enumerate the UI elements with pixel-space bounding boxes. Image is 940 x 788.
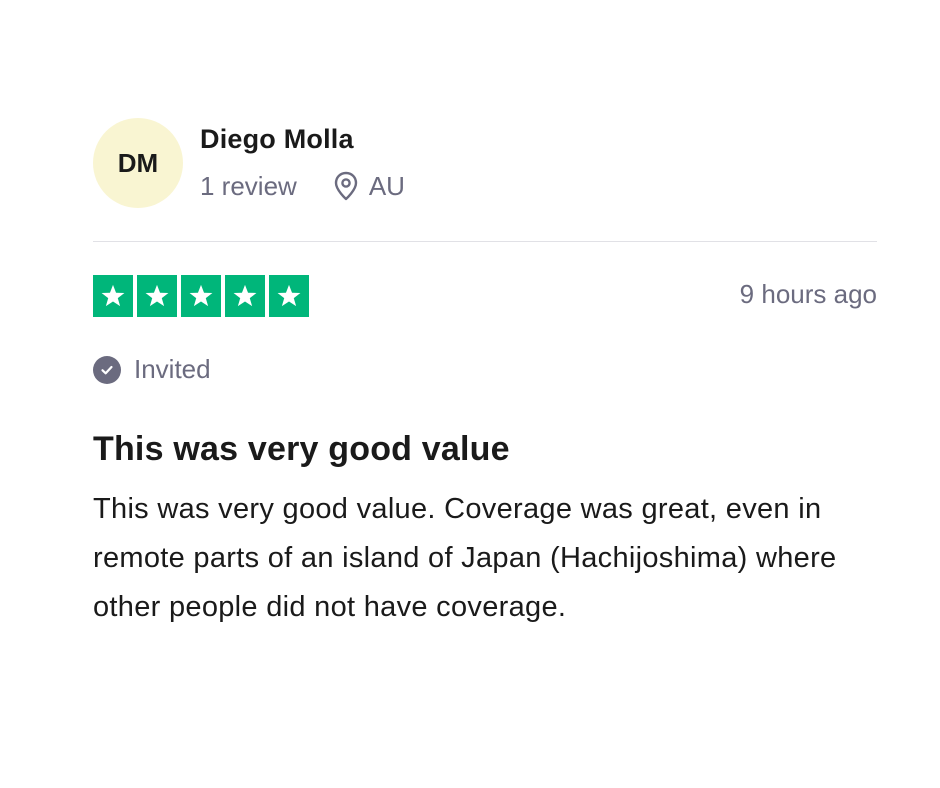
- avatar-initials: DM: [117, 147, 159, 178]
- star-icon: [225, 275, 265, 317]
- divider: [93, 241, 877, 242]
- review-card: DM Diego Molla 1 review AU 9 hours ago I…: [93, 118, 877, 623]
- review-title[interactable]: This was very good value: [93, 430, 510, 469]
- reviewer-name[interactable]: Diego Molla: [200, 122, 405, 156]
- star-icon: [93, 275, 133, 317]
- reviewer-country: AU: [368, 171, 405, 201]
- star-icon: [181, 275, 221, 317]
- review-count: 1 review: [200, 171, 297, 201]
- invited-label: Invited: [134, 354, 211, 384]
- review-date: 9 hours ago: [739, 279, 877, 309]
- rating-row: 9 hours ago: [93, 275, 877, 317]
- check-circle-icon: [93, 355, 121, 384]
- star-icon: [269, 275, 309, 317]
- star-icon: [137, 275, 177, 317]
- avatar[interactable]: DM: [93, 118, 183, 208]
- location-pin-icon: [333, 171, 359, 201]
- invited-badge[interactable]: Invited: [93, 354, 211, 385]
- reviewer-header: DM Diego Molla 1 review AU: [93, 118, 877, 210]
- review-body: This was very good value. Coverage was g…: [93, 493, 837, 623]
- reviewer-details: 1 review AU: [200, 170, 405, 202]
- reviewer-meta: Diego Molla 1 review AU: [200, 118, 405, 202]
